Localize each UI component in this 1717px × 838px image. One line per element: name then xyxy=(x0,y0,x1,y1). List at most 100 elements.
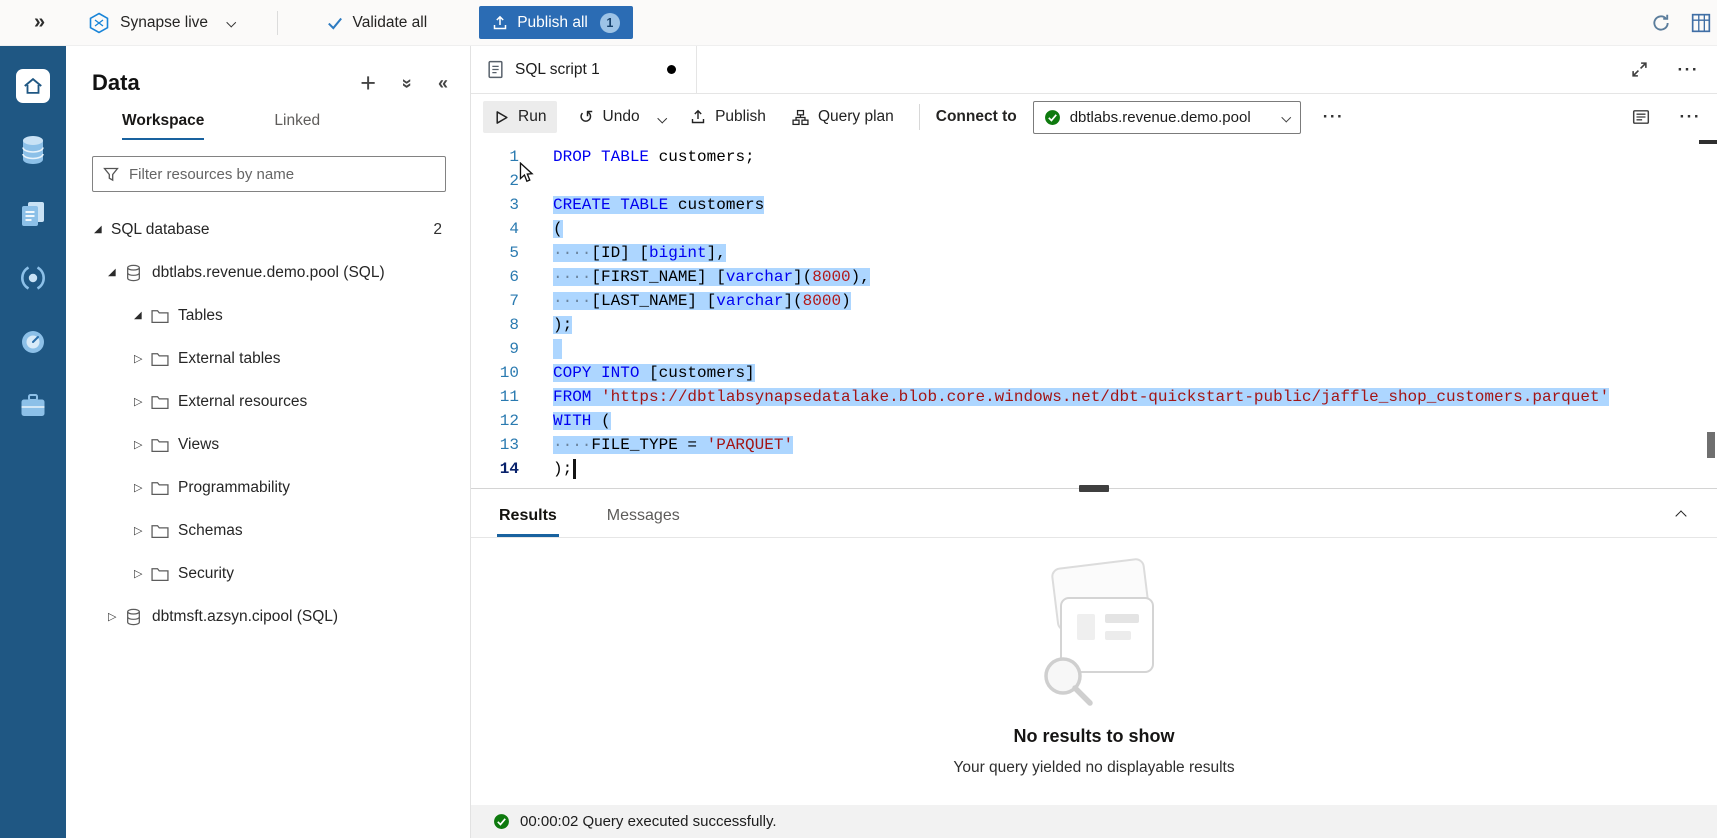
play-icon xyxy=(494,110,509,125)
publish-count-badge: 1 xyxy=(600,13,620,33)
tab-workspace[interactable]: Workspace xyxy=(122,112,204,140)
folder-icon xyxy=(151,351,178,366)
refresh-icon[interactable] xyxy=(1651,13,1671,33)
tab-results[interactable]: Results xyxy=(497,507,559,537)
resource-tree: ◢SQL database2◢dbtlabs.revenue.demo.pool… xyxy=(66,208,470,638)
pool-selected-label: dbtlabs.revenue.demo.pool xyxy=(1070,109,1275,126)
code-line-7: ····[LAST_NAME] [varchar](8000) xyxy=(553,289,1609,313)
line-number: 5 xyxy=(471,241,519,265)
toolbar-right-more-icon[interactable]: ··· xyxy=(1680,107,1701,127)
folder-icon xyxy=(151,523,178,538)
collapsed-arrow-icon[interactable]: ▷ xyxy=(134,438,151,451)
expand-all-icon[interactable]: » xyxy=(396,78,417,88)
success-check-icon xyxy=(1044,109,1061,126)
query-plan-button[interactable]: Query plan xyxy=(781,101,905,133)
line-number: 4 xyxy=(471,217,519,241)
check-icon xyxy=(326,14,344,32)
no-results-illustration xyxy=(1019,556,1169,716)
hub-navigation-rail xyxy=(0,46,66,838)
connect-to-label: Connect to xyxy=(936,108,1017,126)
run-options-chevron-icon[interactable] xyxy=(651,101,674,133)
collapse-results-icon[interactable] xyxy=(1677,507,1685,525)
add-resource-button[interactable]: + xyxy=(360,73,376,93)
pool-selector-dropdown[interactable]: dbtlabs.revenue.demo.pool xyxy=(1033,101,1301,134)
code-line-14: ); xyxy=(553,457,1609,481)
code-line-11: FROM 'https://dbtlabsynapsedatalake.blob… xyxy=(553,385,1609,409)
expanded-arrow-icon[interactable]: ◢ xyxy=(134,310,151,321)
code-line-1: DROP TABLE customers; xyxy=(553,145,1609,169)
expanded-arrow-icon[interactable]: ◢ xyxy=(108,267,125,278)
collapsed-arrow-icon[interactable]: ▷ xyxy=(134,352,151,365)
line-number: 10 xyxy=(471,361,519,385)
tree-item-dbtmsft-azsyn-cipool-sql[interactable]: ▷ dbtmsft.azsyn.cipool (SQL) xyxy=(66,595,470,638)
line-number: 11 xyxy=(471,385,519,409)
tree-item-programmability[interactable]: ▷Programmability xyxy=(66,466,470,509)
tree-item-sql-database[interactable]: ◢SQL database2 xyxy=(66,208,470,251)
code-line-12: WITH ( xyxy=(553,409,1609,433)
expanded-arrow-icon[interactable]: ◢ xyxy=(94,224,111,235)
sidebar-item-manage[interactable] xyxy=(9,374,57,438)
synapse-live-dropdown[interactable]: Synapse live xyxy=(88,12,234,34)
sidebar-item-home[interactable] xyxy=(9,54,57,118)
tree-item-label: Schemas xyxy=(178,522,243,540)
top-command-bar: » Synapse live Validate all Publish all … xyxy=(0,0,1717,46)
folder-icon xyxy=(151,480,178,495)
tree-item-external-tables[interactable]: ▷External tables xyxy=(66,337,470,380)
run-button[interactable]: Run xyxy=(483,101,557,133)
tree-item-security[interactable]: ▷Security xyxy=(66,552,470,595)
tab-linked[interactable]: Linked xyxy=(274,112,320,140)
data-panel-tabs: Workspace Linked xyxy=(66,112,470,140)
editor-toolbar: Run ↺ Undo Publish Query plan Connect to xyxy=(471,94,1717,140)
publish-all-button[interactable]: Publish all 1 xyxy=(479,6,633,39)
expand-nav-icon[interactable]: » xyxy=(34,11,44,34)
validate-all-button[interactable]: Validate all xyxy=(326,14,428,32)
filter-input[interactable] xyxy=(129,166,435,183)
tree-item-external-resources[interactable]: ▷External resources xyxy=(66,380,470,423)
collapsed-arrow-icon[interactable]: ▷ xyxy=(134,524,151,537)
database-icon xyxy=(20,135,46,165)
code-content[interactable]: DROP TABLE customers;CREATE TABLE custom… xyxy=(553,145,1609,488)
tab-messages[interactable]: Messages xyxy=(605,507,682,537)
collapsed-arrow-icon[interactable]: ▷ xyxy=(134,567,151,580)
tree-item-label: dbtlabs.revenue.demo.pool (SQL) xyxy=(152,264,385,282)
scrollbar-thumb[interactable] xyxy=(1707,432,1715,458)
sidebar-item-data[interactable] xyxy=(9,118,57,182)
sidebar-item-develop[interactable] xyxy=(9,182,57,246)
undo-icon: ↺ xyxy=(578,108,593,126)
tree-item-label: dbtmsft.azsyn.cipool (SQL) xyxy=(152,608,338,626)
toolbar-more-icon[interactable]: ··· xyxy=(1323,107,1344,127)
collapse-panel-icon[interactable]: « xyxy=(438,73,448,94)
undo-button[interactable]: ↺ Undo xyxy=(567,101,650,133)
develop-icon xyxy=(20,200,46,228)
panel-resize-handle[interactable] xyxy=(1079,485,1109,492)
collapsed-arrow-icon[interactable]: ▷ xyxy=(134,395,151,408)
sql-script-tab[interactable]: SQL script 1 xyxy=(471,46,697,93)
tree-item-dbtlabs-revenue-demo-pool-sql[interactable]: ◢ dbtlabs.revenue.demo.pool (SQL) xyxy=(66,251,470,294)
tree-item-tables[interactable]: ◢Tables xyxy=(66,294,470,337)
collapsed-arrow-icon[interactable]: ▷ xyxy=(134,481,151,494)
results-tab-bar: Results Messages xyxy=(471,488,1717,538)
collapsed-arrow-icon[interactable]: ▷ xyxy=(108,610,125,623)
tree-item-views[interactable]: ▷Views xyxy=(66,423,470,466)
line-number-gutter: 1234567891011121314 xyxy=(471,145,519,488)
code-editor[interactable]: 1234567891011121314 DROP TABLE customers… xyxy=(471,140,1717,488)
table-icon[interactable] xyxy=(1691,13,1711,33)
chevron-down-icon xyxy=(1282,112,1291,121)
sidebar-item-integrate[interactable] xyxy=(9,246,57,310)
tree-item-schemas[interactable]: ▷ Schemas xyxy=(66,509,470,552)
publish-button[interactable]: Publish xyxy=(679,101,777,133)
tab-more-icon[interactable]: ··· xyxy=(1678,60,1699,80)
empty-results-subtitle: Your query yielded no displayable result… xyxy=(953,759,1234,777)
status-message: 00:00:02 Query executed successfully. xyxy=(520,813,777,830)
mode-label: Synapse live xyxy=(120,14,208,32)
expand-editor-icon[interactable] xyxy=(1631,61,1648,78)
manage-briefcase-icon xyxy=(19,393,47,419)
properties-icon[interactable] xyxy=(1632,108,1650,126)
sidebar-item-monitor[interactable] xyxy=(9,310,57,374)
panel-title: Data xyxy=(92,70,140,96)
text-cursor xyxy=(573,459,576,479)
code-line-13: ····FILE_TYPE = 'PARQUET' xyxy=(553,433,1609,457)
line-number: 7 xyxy=(471,289,519,313)
query-status-bar: 00:00:02 Query executed successfully. xyxy=(471,805,1717,838)
line-number: 1 xyxy=(471,145,519,169)
